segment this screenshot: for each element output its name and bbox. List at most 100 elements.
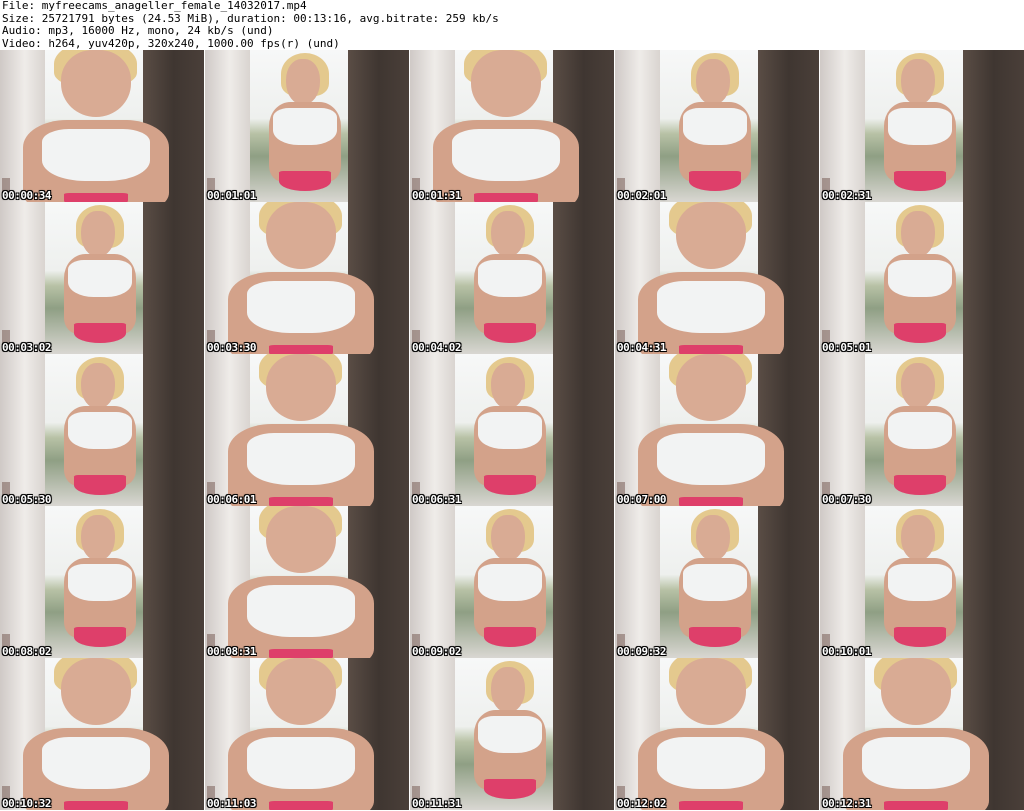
thumbnail-frame: 00:01:01 [205, 50, 409, 202]
person-figure [873, 509, 967, 658]
person-figure [53, 509, 147, 658]
thumbnail-frame: 00:06:01 [205, 354, 409, 506]
door-panel [757, 50, 819, 202]
top-garment [246, 737, 355, 789]
thumbnail-frame: 00:07:00 [615, 354, 819, 506]
top-garment [656, 737, 765, 789]
person-figure [221, 658, 380, 810]
thumbnail-frame: 00:10:01 [820, 506, 1024, 658]
thumbnail-frame: 00:01:31 [410, 50, 614, 202]
bottom-garment [278, 170, 332, 191]
person-figure [53, 205, 147, 354]
thumbnail-frame: 00:09:32 [615, 506, 819, 658]
bottom-garment [474, 192, 538, 202]
head-shape [470, 50, 541, 117]
timestamp-label: 00:07:30 [822, 493, 871, 506]
person-figure [873, 53, 967, 202]
timestamp-label: 00:03:02 [2, 341, 51, 354]
door-panel [552, 354, 614, 506]
thumbnail-frame: 00:12:02 [615, 658, 819, 810]
thumbnail-frame: 00:02:31 [820, 50, 1024, 202]
head-shape [491, 667, 525, 713]
thumbnail-frame: 00:05:30 [0, 354, 204, 506]
bottom-garment [679, 800, 743, 810]
person-figure [631, 354, 790, 506]
wall-frame [820, 50, 865, 202]
head-shape [696, 59, 730, 105]
head-shape [265, 354, 336, 421]
person-figure [53, 357, 147, 506]
thumbnail-frame: 00:08:31 [205, 506, 409, 658]
top-garment [41, 129, 150, 181]
top-garment [68, 563, 132, 601]
person-figure [16, 658, 175, 810]
thumbnail-grid: 00:00:34 00:01:01 00:01:31 00:02:01 00:02:31… [0, 50, 1024, 811]
door-panel [142, 354, 204, 506]
person-figure [463, 357, 557, 506]
door-panel [347, 50, 409, 202]
thumbnail-frame: 00:05:01 [820, 202, 1024, 354]
bottom-garment [679, 496, 743, 506]
head-shape [265, 658, 336, 725]
door-panel [552, 506, 614, 658]
head-shape [901, 211, 935, 257]
top-garment [451, 129, 560, 181]
wall-frame [0, 202, 45, 354]
bottom-garment [64, 192, 128, 202]
head-shape [286, 59, 320, 105]
timestamp-label: 00:02:31 [822, 189, 871, 202]
top-garment [888, 563, 952, 601]
door-panel [552, 658, 614, 810]
top-garment [246, 585, 355, 637]
top-garment [861, 737, 970, 789]
head-shape [81, 211, 115, 257]
timestamp-label: 00:01:01 [207, 189, 256, 202]
head-shape [491, 363, 525, 409]
door-panel [962, 50, 1024, 202]
timestamp-label: 00:05:01 [822, 341, 871, 354]
wall-frame [820, 506, 865, 658]
thumbnail-frame: 00:06:31 [410, 354, 614, 506]
file-info-header: File: myfreecams_anageller_female_140320… [0, 0, 1024, 50]
wall-frame [205, 50, 250, 202]
timestamp-label: 00:08:02 [2, 645, 51, 658]
timestamp-label: 00:04:02 [412, 341, 461, 354]
timestamp-label: 00:10:01 [822, 645, 871, 658]
thumbnail-frame: 00:09:02 [410, 506, 614, 658]
file-name-line: File: myfreecams_anageller_female_140320… [2, 0, 307, 12]
bottom-garment [64, 800, 128, 810]
thumbnail-frame: 00:04:31 [615, 202, 819, 354]
wall-frame [820, 202, 865, 354]
bottom-garment [893, 170, 947, 191]
head-shape [491, 515, 525, 561]
top-garment [683, 107, 747, 145]
top-garment [888, 259, 952, 297]
bottom-garment [269, 800, 333, 810]
head-shape [60, 658, 131, 725]
door-panel [552, 202, 614, 354]
bottom-garment [679, 344, 743, 354]
head-shape [696, 515, 730, 561]
person-figure [463, 205, 557, 354]
head-shape [675, 658, 746, 725]
person-figure [836, 658, 995, 810]
bottom-garment [483, 626, 537, 647]
timestamp-label: 00:02:01 [617, 189, 666, 202]
head-shape [901, 515, 935, 561]
top-garment [656, 433, 765, 485]
top-garment [246, 433, 355, 485]
timestamp-label: 00:05:30 [2, 493, 51, 506]
top-garment [683, 563, 747, 601]
person-figure [873, 357, 967, 506]
bottom-garment [483, 778, 537, 799]
person-figure [873, 205, 967, 354]
thumbnail-frame: 00:11:03 [205, 658, 409, 810]
top-garment [888, 107, 952, 145]
bottom-garment [688, 170, 742, 191]
top-garment [246, 281, 355, 333]
person-figure [463, 661, 557, 810]
bottom-garment [73, 626, 127, 647]
top-garment [656, 281, 765, 333]
bottom-garment [884, 800, 948, 810]
thumbnail-frame: 00:03:30 [205, 202, 409, 354]
